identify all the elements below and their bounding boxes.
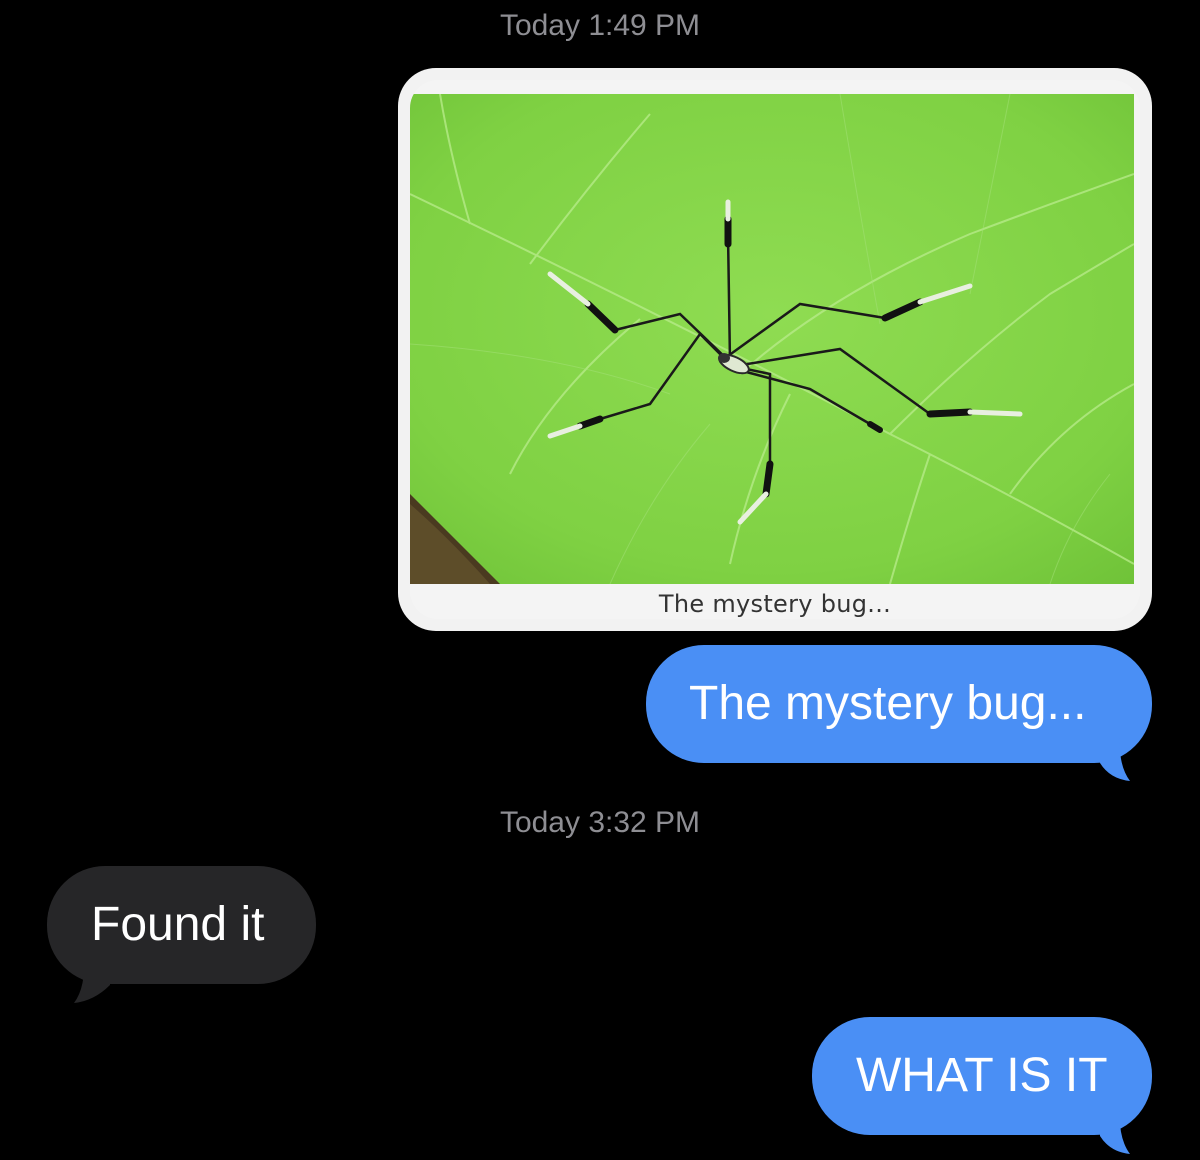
message-text: WHAT IS IT [856, 1049, 1108, 1102]
sent-message-bubble[interactable]: The mystery bug... [646, 645, 1152, 763]
message-text: The mystery bug... [689, 677, 1087, 730]
received-bubble-tail [74, 955, 110, 1003]
bug-on-leaf-photo [410, 94, 1134, 584]
timestamp: Today 1:49 PM [499, 9, 701, 42]
timestamp: Today 3:32 PM [499, 806, 701, 839]
sent-bubble-tail [1100, 735, 1130, 781]
image-caption: The mystery bug... [658, 590, 892, 618]
image-message-bubble[interactable]: The mystery bug... [398, 68, 1152, 631]
message-text: Found it [91, 898, 265, 951]
sent-bubble-tail [1100, 1108, 1130, 1154]
image-attachment: The mystery bug... [410, 80, 1140, 619]
bug-photo-illustration [410, 94, 1134, 584]
